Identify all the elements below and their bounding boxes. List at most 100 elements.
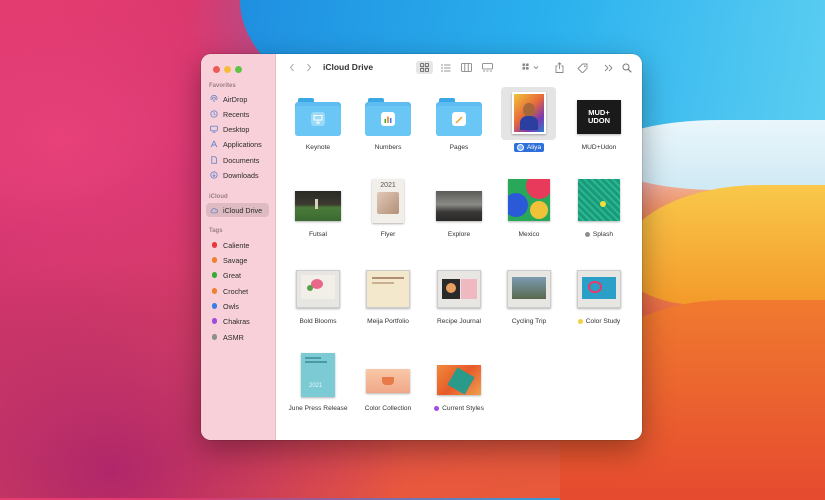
folder-icon [295,98,341,136]
sidebar-item-airdrop[interactable]: AirDrop [210,92,270,106]
share-button[interactable] [552,61,566,74]
more-toolbar-button[interactable] [602,61,614,74]
group-by-button[interactable] [520,61,541,74]
file-name: Keynote [305,144,331,151]
column-view-button[interactable] [458,61,475,74]
folder-icon [365,98,411,136]
document-icon [210,156,218,164]
tag-color-dot [577,318,583,324]
close-button[interactable] [213,66,220,73]
file-name: Futsal [309,231,327,238]
sidebar-item-downloads[interactable]: Downloads [210,168,270,182]
tag-color-dot [211,303,217,309]
sidebar-item-applications[interactable]: Applications [210,137,270,151]
thumbnail-image [508,179,550,221]
sidebar-item-label: Desktop [223,124,250,134]
file-name-wrapper: Aliya [490,143,568,153]
file-name: Aliya [526,144,542,152]
tag-color-dot [434,405,440,411]
sidebar-tag-owls[interactable]: Owls [210,299,270,313]
file-name: Color Collection [364,405,412,412]
search-icon [622,63,632,73]
list-view-button[interactable] [437,61,454,74]
airdrop-icon [210,95,218,103]
sidebar-item-icloud-drive[interactable]: iCloud Drive [206,203,269,217]
sidebar-item-label: Chakras [223,316,250,326]
back-button[interactable] [287,61,297,74]
file-name: Flyer [380,231,396,238]
file-name: Meija Portfolio [367,318,409,325]
file-name: Mexico [518,231,540,238]
sidebar-item-desktop[interactable]: Desktop [210,122,270,136]
grid-view-icon [420,63,429,72]
sidebar: Favorites AirDrop Recents Desktop Applic… [201,54,276,440]
icloud-header: iCloud [209,194,228,200]
favorites-header: Favorites [209,83,236,89]
thumbnail-image: 2021 [301,353,335,397]
sidebar-item-label: Recents [223,109,250,119]
desktop-icon [210,125,218,133]
sidebar-tag-chakras[interactable]: Chakras [210,314,270,328]
thumbnail-image: MUD+ UDON [577,100,621,134]
file-name: Pages [449,144,469,151]
file-name: Color Study [585,318,621,325]
applications-icon [210,140,218,148]
thumbnail-image [512,92,546,134]
zoom-button[interactable] [235,66,242,73]
tags-header: Tags [209,228,223,234]
gallery-view-icon [482,63,493,72]
sidebar-tag-savage[interactable]: Savage [210,253,270,267]
sidebar-tag-crochet[interactable]: Crochet [210,284,270,298]
finder-window: Favorites AirDrop Recents Desktop Applic… [201,54,642,440]
minimize-button[interactable] [224,66,231,73]
file-name: Current Styles [442,405,484,412]
sidebar-tag-caliente[interactable]: Caliente [210,238,270,252]
tag-icon [576,63,587,73]
tag-color-dot [211,242,217,248]
share-icon [555,62,563,73]
file-name: Numbers [374,144,402,151]
search-button[interactable] [620,61,634,74]
sidebar-item-label: Owls [223,301,239,311]
file-name-wrapper: Color Study [560,318,638,326]
sidebar-item-label: Savage [223,255,248,265]
file-name: Bold Blooms [299,318,337,325]
tag-color-dot [516,144,524,151]
toolbar: iCloud Drive [276,54,642,81]
thumbnail-image [577,270,621,308]
sidebar-item-documents[interactable]: Documents [210,153,270,167]
chevron-left-icon [289,63,294,72]
chevron-right-icon [307,63,312,72]
thumbnail-image [437,365,481,395]
tag-color-dot [211,272,217,278]
tag-color-dot [211,334,217,340]
gallery-view-button[interactable] [479,61,496,74]
file-name: MUD+Udon [581,144,617,151]
tag-button[interactable] [575,61,589,74]
thumbnail-image: 2021 [372,179,404,223]
file-name-wrapper: Splash [560,231,638,239]
file-name-wrapper: Current Styles [420,405,498,413]
thumbnail-image [366,369,410,393]
thumbnail-text: 2021 [380,182,396,189]
sidebar-item-recents[interactable]: Recents [210,107,270,121]
column-view-icon [461,63,472,72]
tag-color-dot [211,257,217,263]
file-name: Cycling Trip [511,318,547,325]
forward-button[interactable] [304,61,314,74]
sidebar-tag-asmr[interactable]: ASMR [210,330,270,344]
selected-file-name: Aliya [513,143,545,153]
folder-icon [436,98,482,136]
sidebar-tag-great[interactable]: Great [210,268,270,282]
cloud-icon [210,206,218,214]
file-name: June Press Release [288,405,348,412]
sidebar-item-label: Applications [223,139,262,149]
tag-color-dot [584,231,590,237]
sidebar-item-label: Documents [223,155,260,165]
icon-view-button[interactable] [416,61,433,74]
wallpaper-yellow-wave [620,185,825,305]
thumbnail-text: 2021 [309,383,323,389]
sidebar-item-label: Crochet [223,286,249,296]
thumbnail-image [366,270,410,308]
thumbnail-image [437,270,481,308]
